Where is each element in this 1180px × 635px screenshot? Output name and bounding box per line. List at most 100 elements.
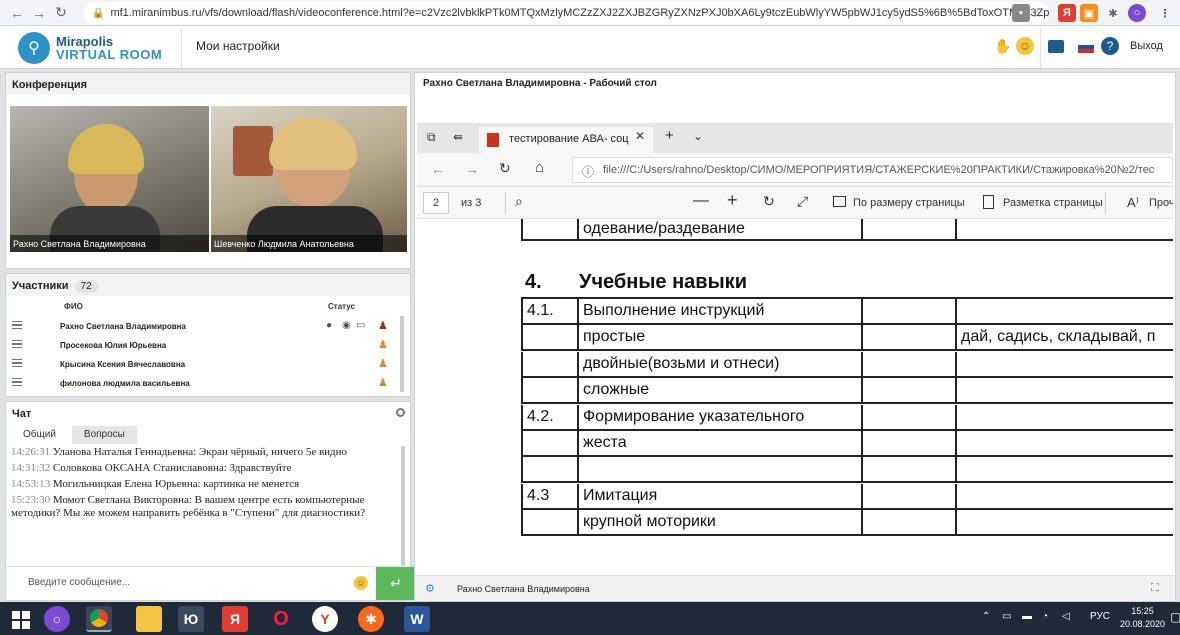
participant-row[interactable]: Рахно Светлана Владимировна ● ◉ ▭ ♟ (6, 317, 394, 336)
table-cell (861, 351, 955, 376)
table-cell (955, 404, 1173, 429)
home-icon[interactable]: ⌂ (535, 159, 544, 176)
chrome-taskbar-icon[interactable] (86, 606, 112, 632)
video-tile[interactable]: Рахно Светлана Владимировна (10, 106, 209, 252)
page-count: из 3 (461, 197, 482, 209)
wifi-icon[interactable]: ◔ (1042, 611, 1048, 622)
table-row: сложные (521, 378, 1173, 405)
my-settings-link[interactable]: Мои настройки (196, 39, 280, 53)
network-icon[interactable]: ▭ (1002, 611, 1011, 622)
fit-page-button[interactable]: По размеру страницы (853, 197, 965, 209)
read-aloud-button[interactable]: Прочи (1149, 197, 1173, 209)
refresh-icon[interactable]: ↻ (499, 160, 511, 177)
fullscreen-icon[interactable]: ⤢ (797, 193, 808, 210)
alice-icon[interactable]: ○ (1128, 4, 1146, 22)
help-icon[interactable]: ? (1101, 37, 1119, 55)
puzzle-icon[interactable]: ✱ (1104, 4, 1122, 22)
yandex-browser-icon[interactable]: Я (222, 606, 248, 632)
app-header: ⚲ Mirapolis VIRTUAL ROOM Мои настройки ✋… (0, 26, 1180, 69)
notifications-icon[interactable]: ▢ (1170, 610, 1180, 624)
raise-hand-icon[interactable]: ✋ (994, 37, 1012, 55)
participant-row[interactable]: Крысина Ксения Вячеславовна ♟ (6, 355, 394, 374)
forward-icon[interactable]: → (28, 2, 50, 24)
info-icon: ⓘ (582, 165, 595, 179)
rotate-icon[interactable]: ↻ (763, 193, 775, 210)
logo-line2: VIRTUAL ROOM (56, 47, 163, 62)
send-button[interactable]: ↵ (376, 567, 416, 600)
table-row: 4.1. Выполнение инструкций (521, 299, 1173, 325)
zoom-out-icon[interactable]: — (693, 192, 709, 210)
battery-icon[interactable]: ▬ (1022, 611, 1032, 622)
emoji-picker-icon[interactable]: ☺ (354, 576, 368, 590)
new-tab-icon[interactable]: + (665, 127, 674, 144)
clock[interactable]: 15:25 20.08.2020 (1120, 605, 1165, 631)
edge-address-bar[interactable]: ⓘ file:///C:/Users/rahno/Desktop/СИМО/МЕ… (572, 157, 1173, 183)
chat-log: 14:26:31 Уланова Наталья Геннадьевна: Эк… (11, 446, 397, 566)
word-icon[interactable]: W (404, 606, 430, 632)
message-input[interactable]: Введите сообщение... (28, 577, 130, 588)
drag-handle-icon[interactable] (12, 321, 22, 329)
page-layout-button[interactable]: Разметка страницы (1003, 197, 1103, 209)
pdf-document: одевание/раздевание 4. Учебные навыки 4.… (417, 219, 1173, 597)
address-bar[interactable]: 🔒 mf1.miranimbus.ru/vfs/download/flash/v… (84, 2, 1050, 24)
reload-icon[interactable]: ↻ (50, 2, 72, 24)
table-cell (521, 378, 577, 403)
volume-icon[interactable]: ◁ (1062, 611, 1070, 622)
emoji-icon[interactable]: ☺ (1016, 37, 1034, 55)
video-tile[interactable]: Шевченко Людмила Анатольевна (211, 106, 407, 252)
message-time: 15:23:30 (11, 494, 51, 506)
chat-settings-gear-icon[interactable] (396, 408, 405, 417)
message-time: 14:31:32 (11, 462, 51, 474)
tray-up-icon[interactable]: ⌃ (982, 611, 990, 622)
drag-handle-icon[interactable] (12, 378, 22, 386)
chat-message: 15:23:30 Момот Светлана Викторовна: В ва… (11, 494, 397, 520)
star-icon[interactable]: ☆ (1028, 4, 1046, 22)
tab-aside-icon[interactable]: ⇚ (453, 130, 463, 144)
tab-actions-icon[interactable]: ⧉ (427, 130, 436, 145)
table-row: крупной моторики (521, 510, 1173, 537)
russian-flag-icon[interactable] (1078, 41, 1094, 53)
close-tab-icon[interactable]: ✕ (635, 129, 645, 143)
yu-app-icon[interactable]: Ю (178, 606, 204, 632)
page-number-input[interactable]: 2 (423, 192, 449, 214)
table-cell (521, 325, 577, 350)
yandex-ext-icon[interactable]: Я (1058, 4, 1076, 22)
file-explorer-icon[interactable] (136, 606, 162, 632)
desktop-footer: ⚙ Рахно Светлана Владимировна ⛶ (415, 575, 1175, 601)
tab-general[interactable]: Общий (11, 426, 68, 444)
alice-icon[interactable]: ○ (44, 606, 70, 632)
participants-scrollbar[interactable] (400, 316, 404, 392)
windows-start-icon[interactable] (8, 607, 34, 633)
drag-handle-icon[interactable] (12, 359, 22, 367)
ext-orange-icon[interactable]: ▣ (1080, 4, 1098, 22)
edge-tab-active[interactable]: тестирование АВА- соц (479, 127, 653, 153)
tab-list-icon[interactable]: ⌄ (693, 129, 703, 143)
clock-time: 15:25 (1131, 606, 1154, 616)
chat-scrollbar[interactable] (401, 446, 405, 566)
language-indicator[interactable]: РУС (1090, 611, 1110, 622)
table-row (521, 457, 1173, 484)
back-icon[interactable]: ← (6, 2, 28, 24)
message-text: Соловкова ОКСАНА Станиславовна: Здравств… (52, 462, 292, 474)
table-cell (521, 457, 577, 482)
shared-desktop-panel: Рахно Светлана Владимировна - Рабочий ст… (414, 72, 1176, 602)
opera-icon[interactable]: O (268, 606, 294, 632)
table-cell (955, 457, 1173, 482)
shared-browser-window[interactable]: ⧉ ⇚ тестирование АВА- соц ✕ + ⌄ ← → ↻ ⌂ … (417, 123, 1173, 597)
drag-handle-icon[interactable] (12, 340, 22, 348)
participant-row[interactable]: филонова людмила васильевна ♟ (6, 374, 394, 393)
back-icon[interactable]: ← (431, 161, 445, 177)
menu-dots-icon[interactable]: ⋮ (1156, 4, 1174, 22)
edge-url-text: file:///C:/Users/rahno/Desktop/СИМО/МЕРО… (603, 164, 1155, 176)
folder-icon[interactable] (1048, 40, 1064, 53)
participant-row[interactable]: Просекова Юлия Юрьевна ♟ (6, 336, 394, 355)
ok-icon[interactable]: ✱ (358, 606, 384, 632)
exit-link[interactable]: Выход (1130, 40, 1163, 52)
yandex-icon[interactable]: Y (312, 606, 338, 632)
forward-icon[interactable]: → (465, 161, 479, 177)
search-icon[interactable]: ⌕ (515, 193, 523, 210)
tab-questions[interactable]: Вопросы (71, 426, 137, 444)
zoom-in-icon[interactable]: + (727, 190, 738, 211)
fullscreen-toggle-icon[interactable]: ⛶ (1151, 582, 1159, 595)
chat-title: Чат (6, 402, 410, 424)
